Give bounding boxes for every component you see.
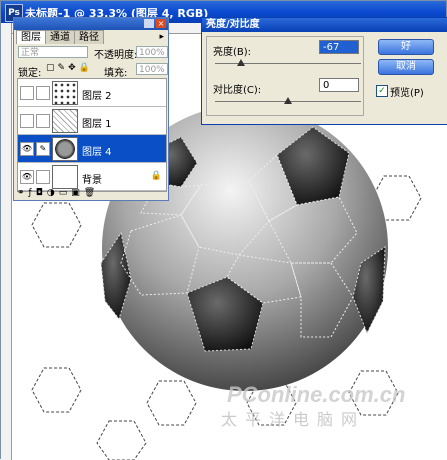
layer-row[interactable]: 图层 1 xyxy=(18,107,166,135)
adjustment-layer-icon[interactable]: ◑ xyxy=(47,188,59,198)
layer-name: 图层 1 xyxy=(82,119,112,130)
layer-row[interactable]: 图层 2 xyxy=(18,79,166,107)
layer-thumbnail xyxy=(52,109,78,133)
brush-icon[interactable]: ✎ xyxy=(36,142,50,156)
blend-mode-select[interactable]: 正常 xyxy=(18,46,88,58)
layer-thumbnail xyxy=(52,137,78,161)
layer-thumbnail xyxy=(52,165,78,189)
lock-transparency-icon[interactable]: ▢ xyxy=(46,63,58,73)
lock-icon: 🔒 xyxy=(150,171,162,181)
link-toggle[interactable] xyxy=(36,114,50,128)
lock-label: 锁定: xyxy=(18,68,42,79)
new-layer-icon[interactable]: ▣ xyxy=(71,188,84,198)
brightness-input[interactable]: -67 xyxy=(319,40,359,54)
link-toggle[interactable] xyxy=(36,86,50,100)
brightness-slider-handle[interactable] xyxy=(237,59,245,66)
fill-input[interactable]: 100% xyxy=(136,63,168,75)
layer-list: 图层 2 图层 1 👁 ✎ 图层 4 👁 背景 🔒 xyxy=(17,78,167,192)
lock-move-icon[interactable]: ✥ xyxy=(68,63,79,73)
watermark-name: 太平洋电脑网 xyxy=(221,410,366,429)
lock-all-icon[interactable]: 🔒 xyxy=(79,63,93,73)
cancel-button[interactable]: 取消 xyxy=(378,59,434,75)
lock-paint-icon[interactable]: ✎ xyxy=(58,63,69,73)
layers-panel-tabs: 图层 通道 路径 xyxy=(16,30,104,44)
layers-panel-toolbar: ⚭ƒ◘◑▭▣🗑 xyxy=(17,188,165,198)
visibility-toggle[interactable] xyxy=(20,114,34,128)
panel-close-icon[interactable]: × xyxy=(156,19,166,28)
layer-thumbnail xyxy=(52,81,78,105)
trash-icon[interactable]: 🗑 xyxy=(84,188,99,198)
lock-options[interactable]: ▢✎✥🔒 xyxy=(46,63,93,73)
contrast-label: 对比度(C): xyxy=(213,85,262,96)
link-toggle[interactable] xyxy=(36,170,50,184)
layer-name: 图层 2 xyxy=(82,91,112,102)
fill-label: 填充: xyxy=(104,68,128,79)
contrast-input[interactable]: 0 xyxy=(319,78,359,92)
brightness-contrast-dialog: 亮度/对比度 亮度(B): -67 对比度(C): 0 好 取消 ✓ 预览(P) xyxy=(201,17,447,125)
watermark-site: PConline.com.cn xyxy=(227,382,406,407)
panel-minimize-icon[interactable] xyxy=(144,19,154,28)
group-icon[interactable]: ▭ xyxy=(59,188,72,198)
tab-paths[interactable]: 路径 xyxy=(74,30,104,44)
preview-label: 预览(P) xyxy=(390,88,424,99)
opacity-input[interactable]: 100% xyxy=(136,46,168,58)
preview-checkbox[interactable]: ✓ xyxy=(376,85,388,97)
ok-button[interactable]: 好 xyxy=(378,39,434,55)
layer-name: 图层 4 xyxy=(82,147,112,158)
eye-icon[interactable]: 👁 xyxy=(20,170,34,184)
brightness-label: 亮度(B): xyxy=(213,47,252,58)
layer-style-icon[interactable]: ƒ xyxy=(29,188,36,198)
eye-icon[interactable]: 👁 xyxy=(20,142,34,156)
tab-layers[interactable]: 图层 xyxy=(16,30,46,44)
layers-panel: × 图层 通道 路径 ▸ 正常 不透明度: 100% 锁定: ▢✎✥🔒 填充: 10… xyxy=(13,17,169,201)
tab-channels[interactable]: 通道 xyxy=(45,30,75,44)
dialog-title[interactable]: 亮度/对比度 xyxy=(202,18,447,32)
visibility-toggle[interactable] xyxy=(20,86,34,100)
dialog-controls-group: 亮度(B): -67 对比度(C): 0 xyxy=(206,36,364,116)
link-layers-icon[interactable]: ⚭ xyxy=(17,188,29,198)
layer-row-selected[interactable]: 👁 ✎ 图层 4 xyxy=(18,135,166,163)
mask-icon[interactable]: ◘ xyxy=(36,188,47,198)
contrast-slider-handle[interactable] xyxy=(284,97,292,104)
document-window: Ps 未标题-1 @ 33.3% (图层 4, RGB) PConline.co… xyxy=(0,0,447,460)
opacity-label: 不透明度: xyxy=(94,50,138,61)
layer-name: 背景 xyxy=(82,175,102,186)
layer-row[interactable]: 👁 背景 🔒 xyxy=(18,163,166,191)
panel-menu-icon[interactable]: ▸ xyxy=(159,32,164,42)
